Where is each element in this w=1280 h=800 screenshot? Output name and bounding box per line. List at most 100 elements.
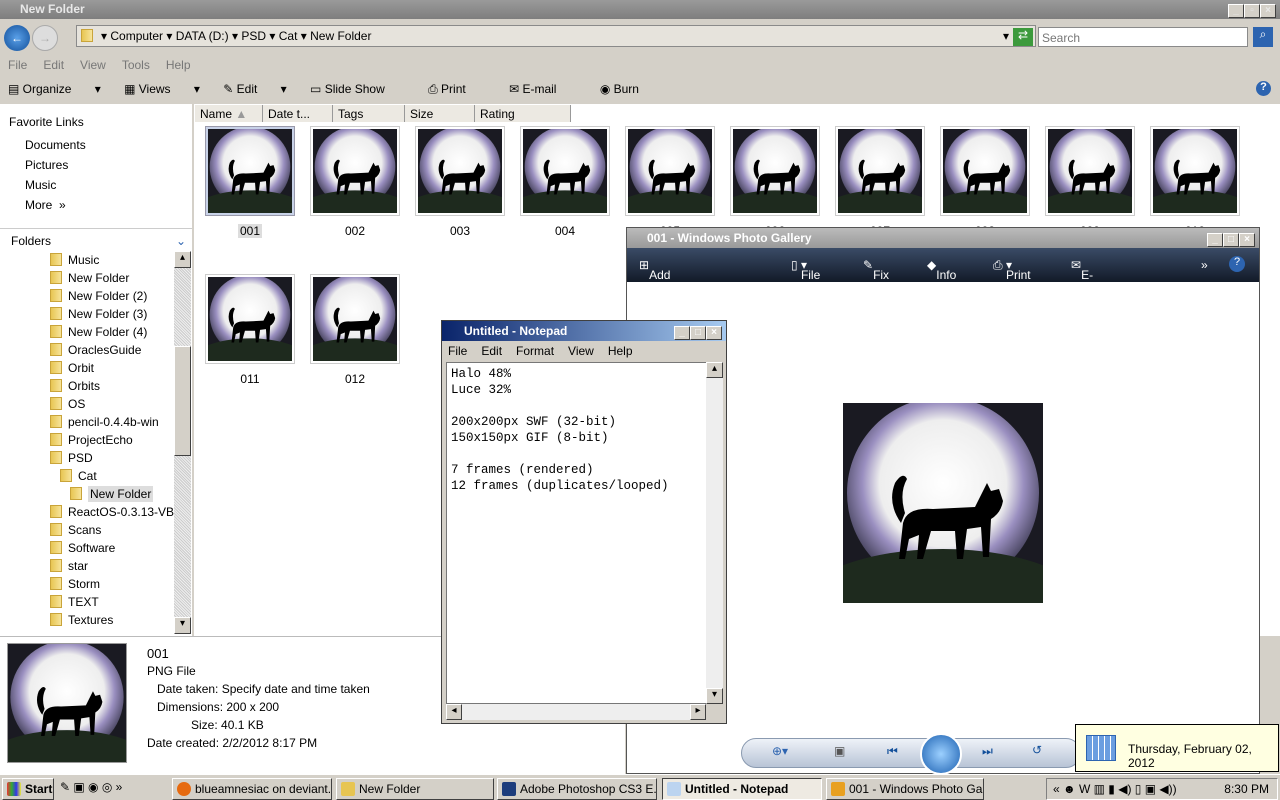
menu-help[interactable]: Help — [166, 58, 191, 72]
gallery-maximize[interactable]: □ — [1223, 233, 1239, 247]
tree-item[interactable]: OS — [50, 395, 187, 413]
burn-button[interactable]: ◉ Burn — [600, 82, 659, 96]
file-name-label[interactable]: 003 — [415, 224, 505, 238]
np-menu-file[interactable]: File — [448, 344, 467, 358]
notepad-hscrollbar[interactable]: ◂ ▸ — [446, 704, 706, 720]
previous-icon[interactable]: ⏮ — [887, 744, 898, 759]
gallery-help-icon[interactable]: ? — [1229, 256, 1245, 272]
tree-item[interactable]: Cat — [50, 467, 187, 485]
tree-item[interactable]: Storm — [50, 575, 187, 593]
col-tags[interactable]: Tags — [333, 105, 405, 122]
crumb-cat[interactable]: Cat — [279, 29, 298, 43]
search-button[interactable]: ⌕ — [1253, 27, 1273, 47]
file-thumbnail[interactable] — [205, 126, 295, 216]
help-icon[interactable]: ? — [1256, 81, 1271, 96]
quick-launch-icons[interactable]: ✎ ▣ ◉ ◎ » — [60, 780, 122, 794]
file-thumbnail[interactable] — [415, 126, 505, 216]
scroll-thumb[interactable] — [174, 346, 191, 456]
history-dropdown-icon[interactable]: ▾ — [1003, 29, 1009, 43]
back-button[interactable]: ← — [4, 25, 30, 51]
tree-item[interactable]: Textures — [50, 611, 187, 629]
file-thumbnail[interactable] — [310, 126, 400, 216]
file-name-label[interactable]: 002 — [310, 224, 400, 238]
task-firefox[interactable]: blueamnesiac on deviant... — [172, 778, 332, 800]
task-photoshop[interactable]: Adobe Photoshop CS3 E... — [497, 778, 657, 800]
file-thumbnail[interactable] — [310, 274, 400, 364]
tray-icons[interactable]: « ☻ W ▥ ▮ ◀) ▯ ▣ ◀)) — [1053, 782, 1177, 796]
tree-item[interactable]: Orbit — [50, 359, 187, 377]
file-thumbnail[interactable] — [625, 126, 715, 216]
folders-header[interactable]: Folders ⌄ — [0, 228, 192, 248]
minimize-button[interactable]: _ — [1228, 4, 1244, 18]
menu-edit[interactable]: Edit — [43, 58, 64, 72]
gallery-minimize[interactable]: _ — [1207, 233, 1223, 247]
breadcrumb[interactable]: ▾ Computer ▾ DATA (D:) ▾ PSD ▾ Cat ▾ New… — [76, 25, 1036, 47]
task-photo-gallery[interactable]: 001 - Windows Photo Gal... — [826, 778, 984, 800]
tree-item[interactable]: PSD — [50, 449, 187, 467]
start-button[interactable]: Start — [2, 778, 54, 800]
np-menu-format[interactable]: Format — [516, 344, 554, 358]
tree-item-selected[interactable]: New Folder — [50, 485, 187, 503]
crumb-psd[interactable]: PSD — [241, 29, 266, 43]
fav-more[interactable]: More » — [0, 195, 192, 215]
notepad-maximize[interactable]: □ — [690, 326, 706, 340]
actual-size-icon[interactable]: ▣ — [834, 744, 845, 758]
gallery-close[interactable]: × — [1239, 233, 1255, 247]
refresh-button[interactable]: ⇄ — [1013, 28, 1033, 46]
clock[interactable]: 8:30 PM — [1224, 782, 1269, 796]
gallery-info-button[interactable]: ◆ Info — [927, 258, 956, 282]
fav-music[interactable]: Music — [0, 175, 192, 195]
file-thumbnail[interactable] — [1045, 126, 1135, 216]
organize-button[interactable]: ▤ Organize ▾ — [8, 82, 101, 96]
tree-item[interactable]: TEXT — [50, 593, 187, 611]
file-thumbnail[interactable] — [1150, 126, 1240, 216]
tree-item[interactable]: OraclesGuide — [50, 341, 187, 359]
gallery-print-menu[interactable]: ⎙ Print ▾ — [993, 258, 1031, 282]
file-thumbnail[interactable] — [835, 126, 925, 216]
notepad-vscrollbar[interactable]: ▴ ▾ — [706, 362, 723, 704]
slideshow-play-button[interactable] — [920, 733, 962, 775]
edit-button[interactable]: ✎ Edit ▾ — [223, 82, 286, 96]
file-thumbnail[interactable] — [205, 274, 295, 364]
print-button[interactable]: ⎙ Print — [428, 82, 486, 96]
menu-file[interactable]: File — [8, 58, 27, 72]
crumb-data[interactable]: DATA (D:) — [176, 29, 229, 43]
zoom-icon[interactable]: ⊕▾ — [772, 744, 788, 758]
detail-date-taken[interactable]: Date taken: Specify date and time taken — [157, 682, 370, 696]
gallery-file-menu[interactable]: ▯ File ▾ — [791, 258, 820, 282]
rotate-ccw-icon[interactable]: ↺ — [1032, 743, 1042, 757]
tree-item[interactable]: New Folder (3) — [50, 305, 187, 323]
close-button[interactable]: × — [1260, 4, 1276, 18]
restore-button[interactable]: ▫ — [1244, 4, 1260, 18]
crumb-new-folder[interactable]: New Folder — [310, 29, 371, 43]
notepad-text-area[interactable]: Halo 48% Luce 32% 200x200px SWF (32-bit)… — [446, 362, 708, 704]
np-menu-view[interactable]: View — [568, 344, 594, 358]
file-name-label[interactable]: 001 — [205, 224, 295, 238]
np-menu-help[interactable]: Help — [608, 344, 633, 358]
fav-documents[interactable]: Documents — [0, 135, 192, 155]
fav-pictures[interactable]: Pictures — [0, 155, 192, 175]
tree-item[interactable]: Scans — [50, 521, 187, 539]
col-name[interactable]: Name ▲ — [195, 105, 263, 122]
menu-tools[interactable]: Tools — [122, 58, 150, 72]
forward-button[interactable]: → — [32, 25, 58, 51]
add-folder-button[interactable]: ⊞ Add Folder To Gallery — [639, 258, 687, 324]
search-input[interactable]: Search — [1038, 27, 1248, 47]
tree-scrollbar[interactable]: ▴ ▾ — [174, 251, 191, 634]
tree-item[interactable]: Orbits — [50, 377, 187, 395]
tree-item[interactable]: New Folder (2) — [50, 287, 187, 305]
next-icon[interactable]: ⏭ — [982, 744, 993, 759]
notepad-minimize[interactable]: _ — [674, 326, 690, 340]
col-size[interactable]: Size — [405, 105, 475, 122]
file-thumbnail[interactable] — [940, 126, 1030, 216]
menu-view[interactable]: View — [80, 58, 106, 72]
file-name-label[interactable]: 011 — [205, 372, 295, 386]
email-button[interactable]: ✉ E-mail — [509, 82, 576, 96]
tree-item[interactable]: New Folder — [50, 269, 187, 287]
tree-item[interactable]: pencil-0.4.4b-win — [50, 413, 187, 431]
col-date[interactable]: Date t... — [263, 105, 333, 122]
tree-item[interactable]: New Folder (4) — [50, 323, 187, 341]
file-name-label[interactable]: 004 — [520, 224, 610, 238]
file-thumbnail[interactable] — [520, 126, 610, 216]
tree-item[interactable]: Music — [50, 251, 187, 269]
